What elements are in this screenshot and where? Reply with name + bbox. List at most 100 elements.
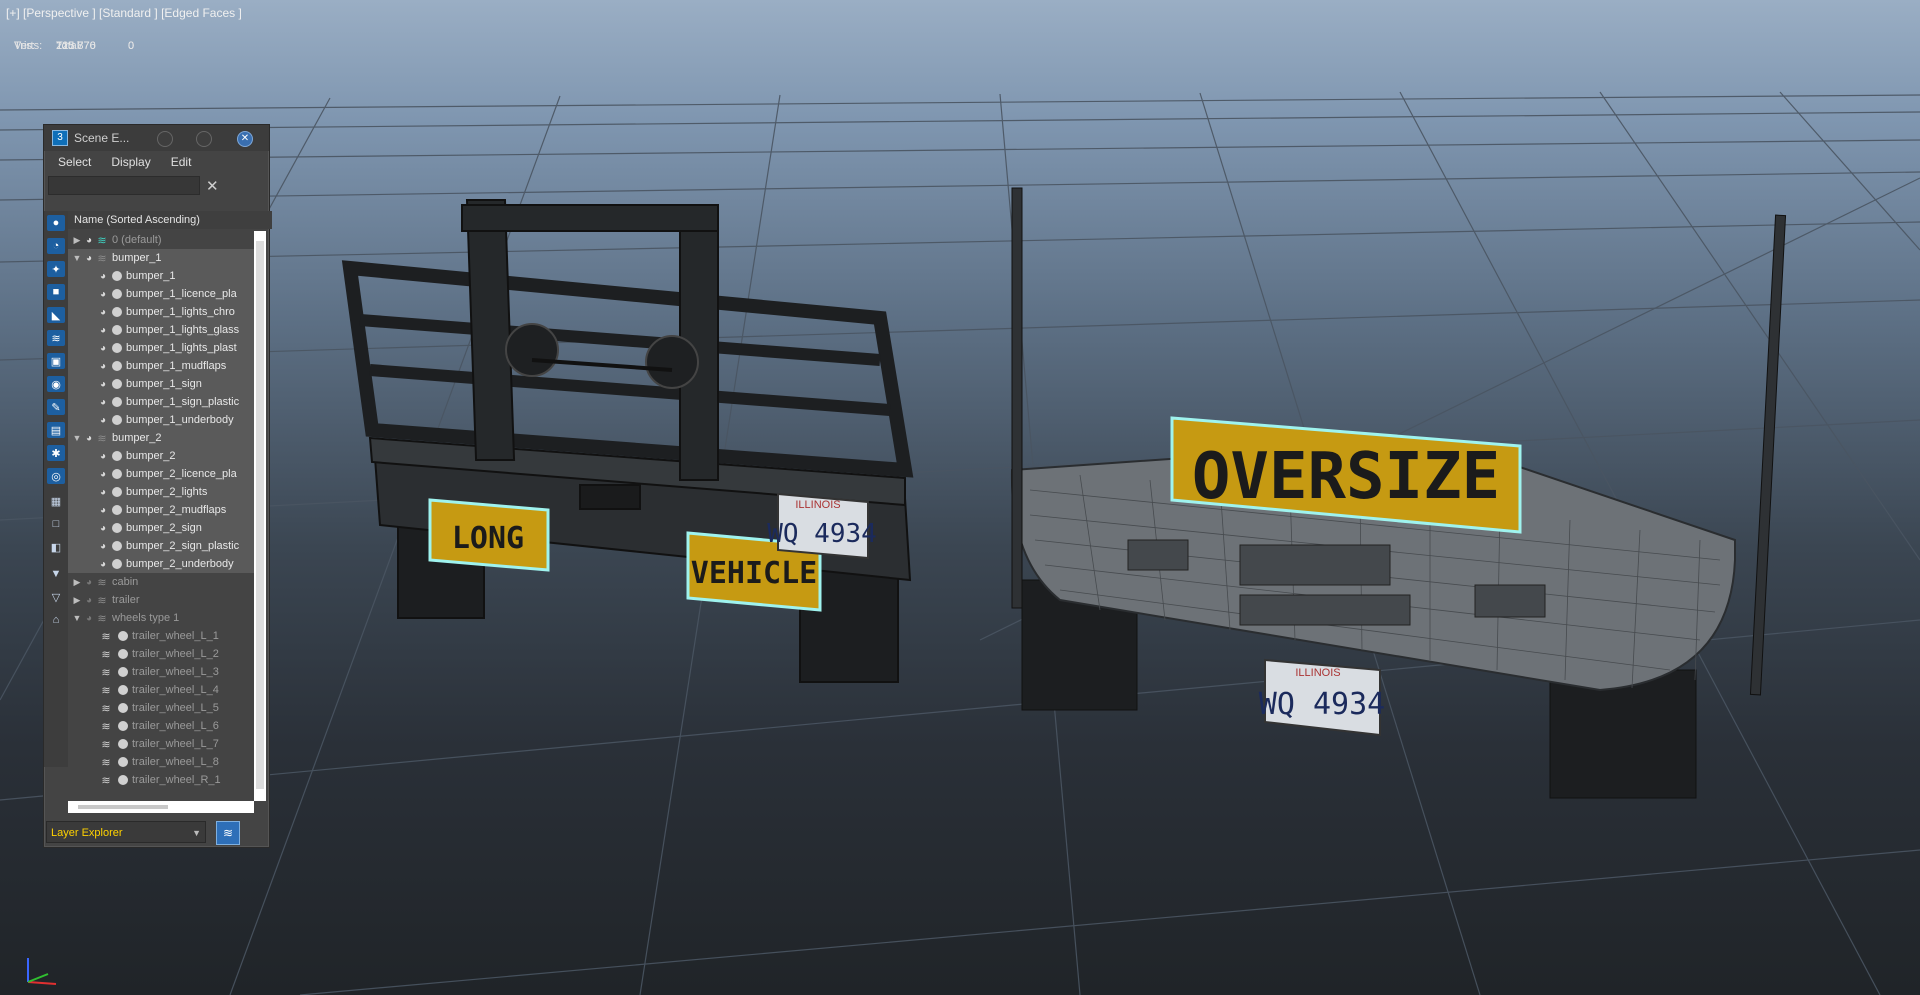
viewport-label[interactable]: [+] [Perspective ] [Standard ] [Edged Fa… — [6, 6, 242, 20]
minimize-button[interactable] — [157, 131, 173, 147]
eye-icon[interactable]: ◕ — [96, 343, 110, 354]
eye-icon[interactable]: ◕ — [82, 235, 96, 246]
menu-select[interactable]: Select — [58, 155, 91, 169]
column-header-name[interactable]: Name (Sorted Ascending) — [68, 211, 272, 229]
expanded-arrow-icon[interactable]: ▼ — [72, 433, 82, 443]
eye-icon[interactable]: ◕ — [96, 397, 110, 408]
tree-row[interactable]: ◕ bumper_2_sign_plastic — [68, 537, 254, 555]
eye-icon[interactable]: ◕ — [96, 541, 110, 552]
eye-icon[interactable]: ◕ — [82, 433, 96, 444]
vertical-scrollbar[interactable] — [254, 231, 266, 801]
display-none-icon[interactable]: □ — [47, 516, 65, 532]
maximize-button[interactable] — [196, 131, 212, 147]
tree-row[interactable]: ▶ ◕ ≋ cabin — [68, 573, 254, 591]
display-groups-icon[interactable]: ▣ — [47, 353, 65, 369]
eye-icon[interactable]: ◕ — [96, 271, 110, 282]
clear-search-icon[interactable]: ✕ — [206, 177, 219, 195]
tree-row[interactable]: ◕ bumper_1_sign — [68, 375, 254, 393]
tree-row[interactable]: ▶ ◕ ≋ 0 (default) — [68, 231, 254, 249]
tree-row[interactable]: ◕ bumper_1_sign_plastic — [68, 393, 254, 411]
row-label: trailer_wheel_R_1 — [132, 774, 221, 786]
tree-row[interactable]: ◕ bumper_2_mudflaps — [68, 501, 254, 519]
filter-icon[interactable]: ▽ — [47, 589, 65, 605]
vertical-scroll-thumb[interactable] — [256, 241, 264, 789]
row-label: bumper_2 — [126, 450, 176, 462]
eye-icon[interactable]: ◕ — [82, 595, 96, 606]
display-lights-icon[interactable]: ✦ — [47, 261, 65, 277]
eye-icon[interactable]: ◕ — [96, 361, 110, 372]
object-dot-icon — [112, 523, 122, 533]
display-shapes-icon[interactable]: ◔ — [47, 238, 65, 254]
tree-row[interactable]: ▼ ◕ ≋ bumper_2 — [68, 429, 254, 447]
layer-stack-icon: ≋ — [101, 774, 111, 787]
eye-icon[interactable]: ◕ — [82, 613, 96, 624]
tree-row[interactable]: ≋ trailer_wheel_L_5 — [68, 699, 254, 717]
search-input[interactable] — [48, 176, 200, 195]
tree-row[interactable]: ◕ bumper_1_lights_plast — [68, 339, 254, 357]
layer-explorer-toggle-button[interactable]: ≋ — [216, 821, 240, 845]
expanded-arrow-icon[interactable]: ▼ — [72, 613, 82, 623]
tree-row[interactable]: ◕ bumper_2_licence_pla — [68, 465, 254, 483]
tree-row[interactable]: ≋ trailer_wheel_L_4 — [68, 681, 254, 699]
tree-row[interactable]: ≋ trailer_wheel_R_1 — [68, 771, 254, 789]
tree-row[interactable]: ◕ bumper_1_underbody — [68, 411, 254, 429]
eye-icon[interactable]: ◕ — [96, 325, 110, 336]
eye-icon[interactable]: ◕ — [96, 415, 110, 426]
tree-row[interactable]: ◕ bumper_2_underbody — [68, 555, 254, 573]
tree-row[interactable]: ◕ bumper_2_lights — [68, 483, 254, 501]
display-spacewarps-icon[interactable]: ≋ — [47, 330, 65, 346]
row-label: trailer_wheel_L_7 — [132, 738, 219, 750]
scene-explorer-titlebar[interactable]: 3 Scene E... ✕ — [44, 125, 269, 151]
eye-icon[interactable]: ◕ — [96, 559, 110, 570]
eye-icon[interactable]: ◕ — [96, 469, 110, 480]
tree-row[interactable]: ≋ trailer_wheel_L_6 — [68, 717, 254, 735]
menu-edit[interactable]: Edit — [171, 155, 192, 169]
tree-row[interactable]: ▼ ◕ ≋ bumper_1 — [68, 249, 254, 267]
tree-row[interactable]: ◕ bumper_1 — [68, 267, 254, 285]
viewport-perspective[interactable]: LONG VEHICLE ILLINOIS WQ 4934 OVERSIZE I… — [0, 0, 1920, 995]
display-all-icon[interactable]: ▦ — [47, 493, 65, 509]
display-containers-icon[interactable]: ▤ — [47, 422, 65, 438]
display-particles-icon[interactable]: ✱ — [47, 445, 65, 461]
collapsed-arrow-icon[interactable]: ▶ — [72, 235, 82, 246]
tree-row[interactable]: ◕ bumper_1_lights_chro — [68, 303, 254, 321]
tree-row[interactable]: ◕ bumper_1_lights_glass — [68, 321, 254, 339]
eye-icon[interactable]: ◕ — [96, 307, 110, 318]
tree-row[interactable]: ≋ trailer_wheel_L_2 — [68, 645, 254, 663]
eye-icon[interactable]: ◕ — [96, 523, 110, 534]
eye-icon[interactable]: ◕ — [82, 577, 96, 588]
collapsed-arrow-icon[interactable]: ▶ — [72, 577, 82, 588]
horizontal-scroll-thumb[interactable] — [78, 805, 168, 809]
collapsed-arrow-icon[interactable]: ▶ — [72, 595, 82, 606]
filter-selection-icon[interactable]: ▼ — [47, 566, 65, 582]
tree-row[interactable]: ◕ bumper_2 — [68, 447, 254, 465]
eye-icon[interactable]: ◕ — [96, 505, 110, 516]
tree-row[interactable]: ≋ trailer_wheel_L_7 — [68, 735, 254, 753]
display-hidden-icon[interactable]: ◎ — [47, 468, 65, 484]
expanded-arrow-icon[interactable]: ▼ — [72, 253, 82, 263]
tree-row[interactable]: ◕ bumper_1_mudflaps — [68, 357, 254, 375]
tree-row[interactable]: ≋ trailer_wheel_L_3 — [68, 663, 254, 681]
tree-row[interactable]: ▶ ◕ ≋ trailer — [68, 591, 254, 609]
display-bones-icon[interactable]: ✎ — [47, 399, 65, 415]
display-geometry-icon[interactable]: ● — [47, 215, 65, 231]
tree-row[interactable]: ▼ ◕ ≋ wheels type 1 — [68, 609, 254, 627]
eye-icon[interactable]: ◕ — [96, 289, 110, 300]
tree-row[interactable]: ≋ trailer_wheel_L_8 — [68, 753, 254, 771]
tree-row[interactable]: ◕ bumper_1_licence_pla — [68, 285, 254, 303]
eye-icon[interactable]: ◕ — [96, 451, 110, 462]
tree-row[interactable]: ≋ trailer_wheel_L_1 — [68, 627, 254, 645]
eye-icon[interactable]: ◕ — [96, 487, 110, 498]
menu-display[interactable]: Display — [111, 155, 150, 169]
close-button[interactable]: ✕ — [237, 131, 253, 147]
eye-icon[interactable]: ◕ — [82, 253, 96, 264]
display-cameras-icon[interactable]: ■ — [47, 284, 65, 300]
tree-row[interactable]: ◕ bumper_2_sign — [68, 519, 254, 537]
display-helpers-icon[interactable]: ◣ — [47, 307, 65, 323]
layers-toggle-icon[interactable]: ⌂ — [47, 612, 65, 628]
explorer-type-select[interactable]: Layer Explorer ▼ — [46, 821, 206, 843]
display-invert-icon[interactable]: ◧ — [47, 539, 65, 555]
display-xrefs-icon[interactable]: ◉ — [47, 376, 65, 392]
horizontal-scrollbar[interactable] — [68, 801, 254, 813]
eye-icon[interactable]: ◕ — [96, 379, 110, 390]
